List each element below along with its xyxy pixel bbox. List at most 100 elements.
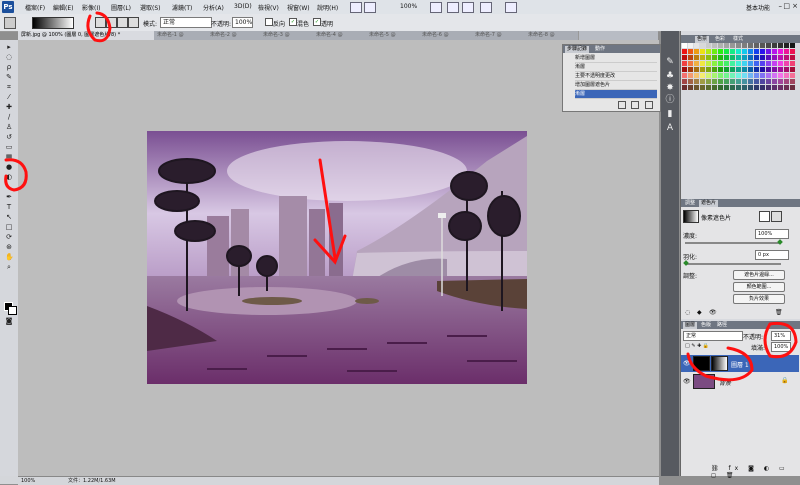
color-swatch[interactable] <box>790 73 795 78</box>
history-item[interactable]: 新增圖層 <box>575 54 657 63</box>
color-swatch[interactable] <box>700 61 705 66</box>
brush-panel-icon[interactable]: ✎ <box>665 57 675 67</box>
eyedropper-tool-icon[interactable]: ⁄ <box>5 94 13 101</box>
new-snapshot-icon[interactable] <box>631 101 639 109</box>
menu-layer[interactable]: 圖層(L) <box>111 3 131 12</box>
hand-tool-icon-2[interactable]: ✋ <box>5 254 14 261</box>
color-swatch[interactable] <box>766 61 771 66</box>
density-slider[interactable] <box>685 242 781 244</box>
color-swatch[interactable] <box>736 79 741 84</box>
transparency-checkbox[interactable]: ✓ <box>313 18 321 26</box>
color-swatch[interactable] <box>736 73 741 78</box>
color-swatch[interactable] <box>760 79 765 84</box>
load-selection-icon[interactable]: ◌ <box>685 309 690 316</box>
color-swatch[interactable] <box>682 61 687 66</box>
color-swatch[interactable] <box>778 79 783 84</box>
color-swatch[interactable] <box>730 55 735 60</box>
color-swatch[interactable] <box>754 67 759 72</box>
color-swatch[interactable] <box>790 79 795 84</box>
color-swatch[interactable] <box>694 49 699 54</box>
color-swatch[interactable] <box>718 79 723 84</box>
density-input[interactable]: 100% <box>755 229 789 239</box>
color-swatch[interactable] <box>754 73 759 78</box>
color-swatch[interactable] <box>700 49 705 54</box>
color-swatch[interactable] <box>772 43 777 48</box>
lock-icons[interactable]: □ ✎ ✚ 🔒 <box>685 343 715 349</box>
invert-button[interactable]: 負片效果 <box>733 294 785 304</box>
tab-untitled-3[interactable]: 未命名-3 @ <box>260 31 314 40</box>
color-swatch[interactable] <box>760 55 765 60</box>
color-swatch[interactable] <box>748 55 753 60</box>
color-swatch[interactable] <box>784 43 789 48</box>
color-swatch[interactable] <box>754 79 759 84</box>
type-tool-icon[interactable]: T <box>5 204 13 211</box>
color-swatch[interactable] <box>730 61 735 66</box>
eye-icon[interactable]: 👁 <box>683 360 691 367</box>
history-item[interactable]: 增加圖層遮色片 <box>575 81 657 90</box>
menu-edit[interactable]: 編輯(E) <box>53 3 73 12</box>
color-swatch[interactable] <box>742 55 747 60</box>
color-swatch[interactable] <box>706 73 711 78</box>
history-brush-tool-icon[interactable]: ↺ <box>5 134 13 141</box>
color-swatch[interactable] <box>784 49 789 54</box>
color-swatch[interactable] <box>754 85 759 90</box>
menu-view[interactable]: 檢視(V) <box>258 3 279 12</box>
color-swatch[interactable] <box>742 67 747 72</box>
tab-untitled-7[interactable]: 未命名-7 @ <box>472 31 526 40</box>
color-swatch[interactable] <box>712 49 717 54</box>
apply-mask-icon[interactable]: ◆ <box>697 309 702 316</box>
color-swatch[interactable] <box>748 79 753 84</box>
color-swatch[interactable] <box>730 43 735 48</box>
color-swatch[interactable] <box>790 49 795 54</box>
blend-mode-select[interactable]: 正常 <box>683 331 743 341</box>
gradient-tool-icon[interactable] <box>4 17 16 29</box>
menu-filter[interactable]: 濾鏡(T) <box>172 3 192 12</box>
pixel-mask-button[interactable] <box>759 211 770 222</box>
color-swatch[interactable] <box>688 73 693 78</box>
color-swatch[interactable] <box>682 43 687 48</box>
visibility-icon[interactable]: 👁 <box>709 309 717 316</box>
background-color-swatch[interactable] <box>8 306 17 315</box>
color-swatch[interactable] <box>742 85 747 90</box>
tab-actions[interactable]: 動作 <box>593 46 607 53</box>
color-swatch[interactable] <box>682 79 687 84</box>
color-swatch[interactable] <box>736 55 741 60</box>
color-swatch[interactable] <box>724 61 729 66</box>
menu-window[interactable]: 視窗(W) <box>287 3 310 12</box>
color-swatch[interactable] <box>760 67 765 72</box>
tab-untitled-1[interactable]: 未命名-1 @ <box>154 31 208 40</box>
color-swatch[interactable] <box>784 67 789 72</box>
color-swatch[interactable] <box>724 43 729 48</box>
color-swatch[interactable] <box>778 55 783 60</box>
color-swatch[interactable] <box>790 61 795 66</box>
menu-analysis[interactable]: 分析(A) <box>203 3 224 12</box>
color-swatch[interactable] <box>766 55 771 60</box>
crop-tool-icon[interactable]: ⌗ <box>5 84 13 91</box>
color-swatch[interactable] <box>706 79 711 84</box>
dither-checkbox[interactable]: ✓ <box>289 18 297 26</box>
color-swatch[interactable] <box>760 49 765 54</box>
layer-row[interactable]: 👁 背景 🔒 <box>681 373 799 390</box>
color-swatch[interactable] <box>742 73 747 78</box>
color-swatch[interactable] <box>688 43 693 48</box>
color-swatch[interactable] <box>694 85 699 90</box>
color-swatch[interactable] <box>784 55 789 60</box>
color-swatch[interactable] <box>724 67 729 72</box>
color-swatch[interactable] <box>766 79 771 84</box>
layer-mask-thumbnail[interactable] <box>711 356 728 371</box>
color-swatch[interactable] <box>712 61 717 66</box>
color-swatch[interactable] <box>688 67 693 72</box>
color-swatch[interactable] <box>766 85 771 90</box>
color-swatch[interactable] <box>724 79 729 84</box>
color-swatch[interactable] <box>700 67 705 72</box>
mini-bridge-icon[interactable] <box>364 2 376 13</box>
color-swatch[interactable] <box>730 79 735 84</box>
color-swatch[interactable] <box>778 85 783 90</box>
color-swatch[interactable] <box>694 55 699 60</box>
history-item[interactable]: 漸層 <box>575 63 657 72</box>
color-swatch[interactable] <box>712 85 717 90</box>
mask-edge-button[interactable]: 遮色片邊緣... <box>733 270 785 280</box>
quick-mask-icon[interactable]: ◙ <box>5 318 13 325</box>
tab-untitled-6[interactable]: 未命名-6 @ <box>419 31 473 40</box>
color-swatch[interactable] <box>748 61 753 66</box>
